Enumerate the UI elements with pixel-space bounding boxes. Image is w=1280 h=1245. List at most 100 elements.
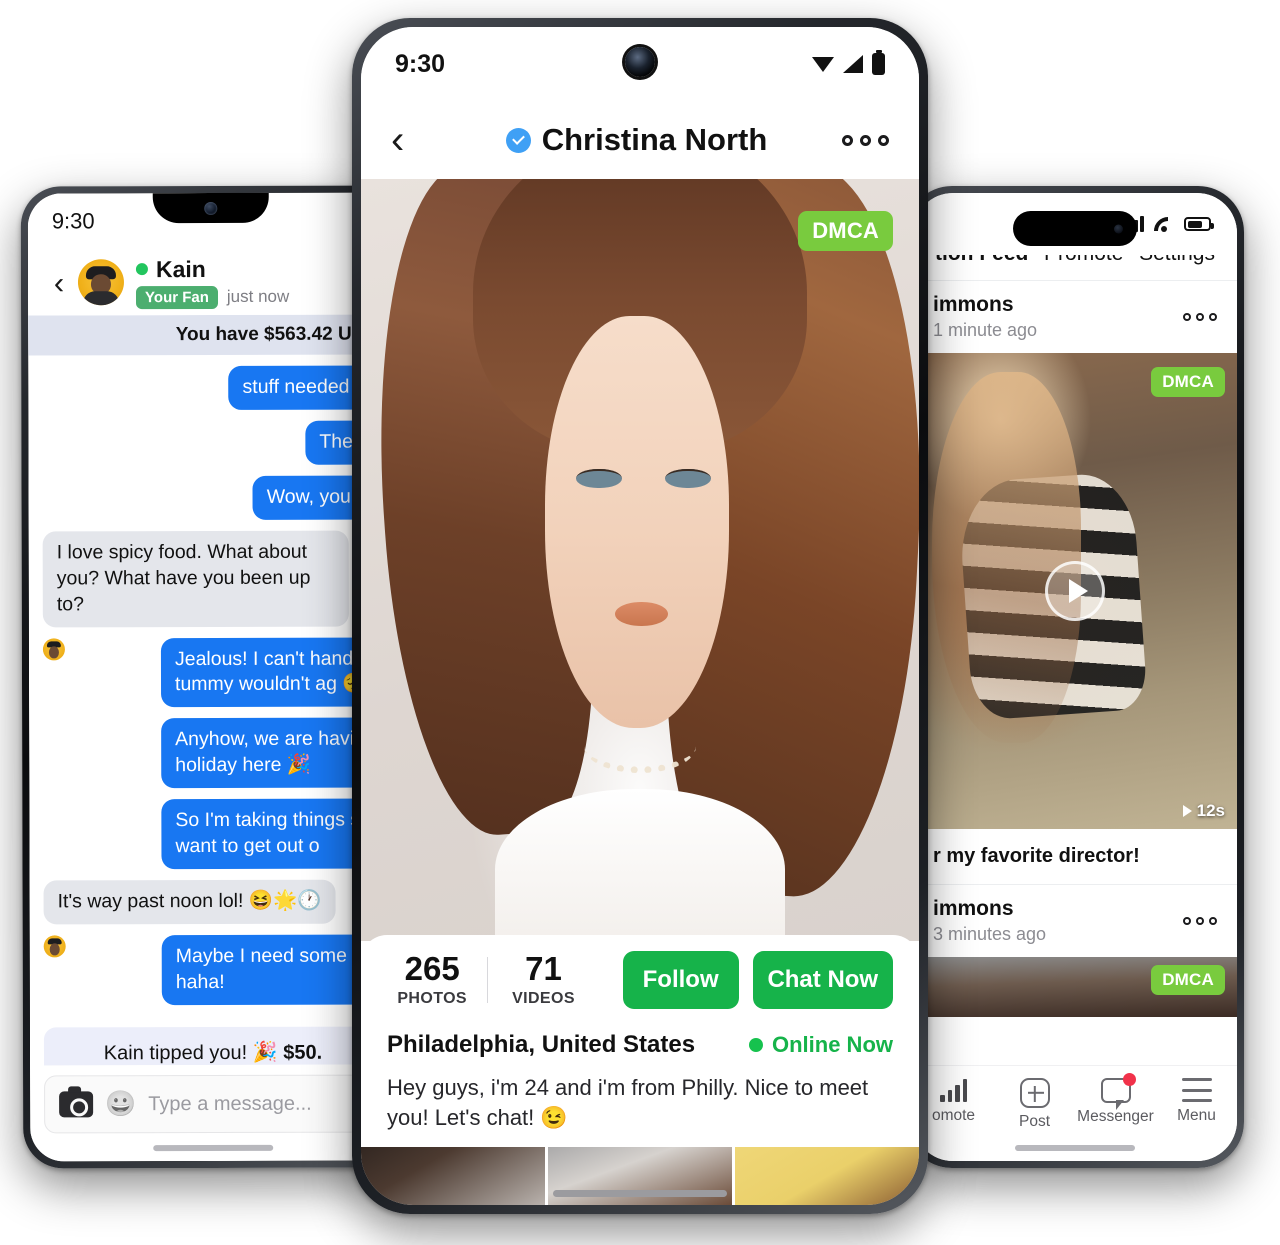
home-indicator — [153, 1144, 274, 1152]
left-status-time: 9:30 — [51, 208, 95, 234]
photos-label: PHOTOS — [397, 989, 468, 1007]
fan-badge: Your Fan — [135, 285, 218, 309]
chat-message-in: I love spicy food. What about you? What … — [29, 530, 395, 627]
video-duration: 12s — [1182, 801, 1225, 821]
dynamic-island-camera-icon — [1013, 211, 1137, 246]
left-phone-screen: 9:30 ‹ Kain Your Fan just now You have $… — [27, 192, 397, 1162]
duration-text: 12s — [1196, 801, 1225, 820]
location-row: Philadelphia, United States Online Now — [387, 1031, 893, 1059]
right-phone-bezel: Feed tion Feed Promote Settings immons 1… — [913, 193, 1237, 1161]
photos-count: 265 — [404, 950, 460, 988]
chat-message-out: Maybe I need some 🌶 me up haha! — [30, 934, 397, 1006]
post-author[interactable]: immons — [933, 293, 1037, 317]
tab-messenger[interactable]: Messenger — [1077, 1073, 1154, 1126]
post-author[interactable]: immons — [933, 897, 1046, 921]
promote-icon — [940, 1078, 967, 1102]
tab-label: Menu — [1177, 1107, 1216, 1124]
center-phone-bezel: 9:30 ‹ Christina North DMCA 265 PHOTOS 7… — [361, 27, 919, 1205]
tip-amount: $50. — [283, 1041, 323, 1064]
chat-message-out: So I'm taking things slo don't want to g… — [29, 798, 397, 870]
tab-label: Post — [1018, 1113, 1050, 1130]
dmca-badge: DMCA — [1151, 367, 1225, 397]
online-status-dot — [749, 1038, 763, 1052]
tab-label: Messenger — [1077, 1108, 1154, 1125]
profile-location: Philadelphia, United States — [387, 1031, 696, 1058]
composer-input-wrap[interactable]: 😀 Type a message... — [44, 1074, 383, 1134]
profile-stats: 265 PHOTOS 71 VIDEOS Follow Chat Now — [387, 951, 893, 1009]
emoji-icon[interactable]: 😀 — [105, 1090, 136, 1118]
home-indicator — [1015, 1145, 1135, 1151]
left-phone-bezel: 9:30 ‹ Kain Your Fan just now You have $… — [27, 192, 397, 1162]
online-status-text: Online Now — [772, 1032, 893, 1057]
home-indicator — [553, 1190, 727, 1197]
chat-message-in: It's way past noon lol! 😆🌟🕐 — [30, 879, 396, 925]
tab-menu[interactable]: Menu — [1161, 1078, 1233, 1125]
chat-message-out: Wow, you can hand — [28, 475, 397, 520]
center-status-time: 9:30 — [395, 49, 446, 78]
play-icon[interactable] — [1045, 561, 1105, 621]
battery-icon — [872, 50, 885, 75]
post-header: immons 3 minutes ago — [913, 885, 1237, 957]
center-status-bar: 9:30 — [361, 27, 919, 101]
feed-post-2: immons 3 minutes ago DMCA — [913, 885, 1237, 1017]
post-image-thumbnail[interactable]: DMCA — [913, 957, 1237, 1017]
more-options-icon[interactable] — [842, 134, 889, 146]
stat-photos: 265 PHOTOS — [387, 952, 477, 1008]
chat-now-button[interactable]: Chat Now — [752, 951, 893, 1009]
follow-button[interactable]: Follow — [622, 951, 739, 1009]
wifi-icon — [812, 56, 834, 73]
back-icon[interactable]: ‹ — [391, 120, 431, 160]
left-chat-header: ‹ Kain Your Fan just now — [27, 248, 395, 316]
post-video-thumbnail[interactable]: DMCA 12s — [913, 353, 1237, 829]
tip-text: Kain tipped you! — [103, 1041, 248, 1065]
chat-message-out: Jealous! I can't handle my tummy wouldn'… — [29, 636, 397, 708]
left-phone-notch-camera-icon — [152, 192, 269, 224]
left-chat-thread[interactable]: You have $563.42 USD stuff needed to be … — [28, 314, 397, 1066]
divider — [487, 957, 489, 1003]
screenshot-stage: 9:30 ‹ Kain Your Fan just now You have $… — [0, 0, 1280, 1245]
center-phone-device: 9:30 ‹ Christina North DMCA 265 PHOTOS 7… — [352, 18, 928, 1214]
front-camera-icon — [625, 47, 655, 77]
camera-icon[interactable] — [59, 1091, 94, 1118]
stat-videos: 71 VIDEOS — [498, 952, 588, 1008]
post-timestamp: 3 minutes ago — [933, 924, 1047, 944]
profile-bio: Hey guys, i'm 24 and i'm from Philly. Ni… — [387, 1075, 869, 1131]
post-timestamp: 1 minute ago — [933, 320, 1038, 340]
back-icon[interactable]: ‹ — [42, 265, 76, 300]
status-badge: Online Now — [749, 1032, 893, 1058]
chat-timestamp: just now — [226, 286, 290, 306]
messenger-icon — [1100, 1073, 1136, 1110]
videos-label: VIDEOS — [512, 989, 575, 1007]
sender-avatar — [42, 637, 65, 660]
tab-label: omote — [931, 1107, 976, 1124]
play-small-icon — [1182, 805, 1192, 817]
post-plus-icon — [1019, 1078, 1050, 1108]
post-caption: r my favorite director! — [933, 845, 1140, 867]
more-options-icon[interactable] — [1183, 917, 1217, 925]
chat-message-out: Anyhow, we are having holiday here 🎉 — [29, 717, 397, 789]
message-input[interactable]: Type a message... — [148, 1092, 311, 1115]
hamburger-menu-icon — [1181, 1078, 1212, 1102]
chat-message-out: The chili reap — [28, 420, 397, 465]
more-options-icon[interactable] — [1183, 313, 1217, 321]
right-phone-screen: Feed tion Feed Promote Settings immons 1… — [913, 193, 1237, 1161]
tab-post[interactable]: Post — [999, 1078, 1071, 1131]
right-phone-device: Feed tion Feed Promote Settings immons 1… — [906, 186, 1244, 1168]
videos-count: 71 — [525, 950, 562, 988]
feed-post-1: immons 1 minute ago DMCA 12s r my favori… — [913, 281, 1237, 885]
dmca-badge: DMCA — [798, 211, 893, 251]
avatar[interactable] — [77, 259, 125, 306]
notification-badge — [1122, 1073, 1136, 1086]
dmca-badge: DMCA — [1151, 965, 1225, 995]
post-header: immons 1 minute ago — [913, 281, 1237, 353]
profile-hero-image[interactable]: DMCA — [361, 179, 919, 941]
left-phone-device: 9:30 ‹ Kain Your Fan just now You have $… — [20, 185, 404, 1169]
message-bubble: It's way past noon lol! 😆🌟🕐 — [43, 879, 336, 925]
battery-icon — [1184, 217, 1214, 231]
online-status-dot — [135, 263, 148, 276]
sender-avatar — [43, 935, 66, 958]
balance-banner: You have $563.42 USD — [28, 314, 395, 356]
chat-contact-name: Kain — [155, 255, 206, 282]
tab-promote[interactable]: omote — [918, 1078, 990, 1125]
chat-message-out: stuff needed to be don — [28, 365, 397, 411]
